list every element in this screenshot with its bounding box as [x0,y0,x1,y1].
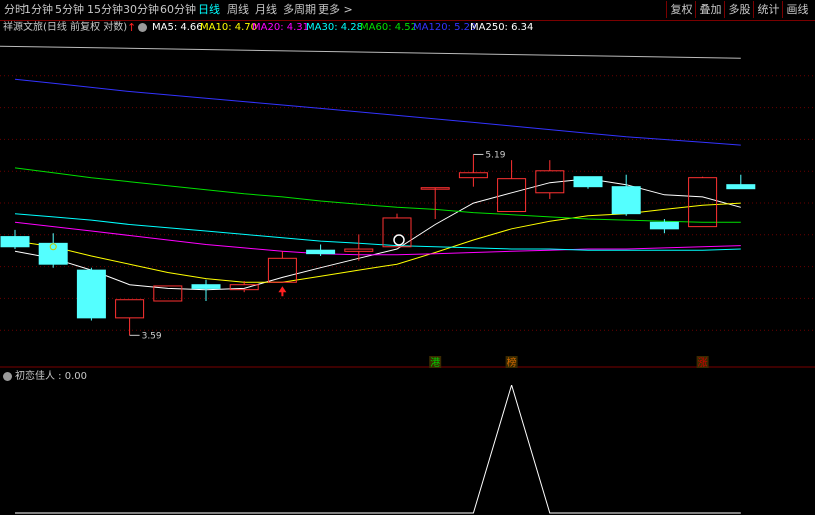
ma-label-0: MA5: 4.66 [152,22,203,33]
badge-1: 榜 [507,356,517,368]
high-annotation: 5.19 [485,150,505,160]
period-tab-3[interactable]: 15分钟 [87,3,123,17]
period-tab-9[interactable]: 多周期 [283,3,316,17]
badge-0: 港 [430,357,440,368]
cursor-ring-icon [393,234,405,246]
candle-body [191,284,221,289]
period-tab-4[interactable]: 30分钟 [123,3,159,17]
candlestick-chart[interactable]: 5.19 3.59 港 榜 涨 [0,36,815,368]
period-tab-10[interactable]: 更多 > [318,3,353,17]
ma-label-4: MA60: 4.52 [360,22,418,33]
ma-line-ma10 [14,202,741,283]
red-up-arrow-icon [278,286,287,297]
sub-indicator-label: 初恋佳人 : 0.00 [15,371,87,382]
ma-line-ma120 [14,78,741,146]
candle-body [688,177,718,228]
badge-2: 涨 [698,357,708,368]
toolbar-button-4[interactable]: 画线 [782,1,812,18]
period-tab-8[interactable]: 月线 [255,3,277,17]
candle-body [38,242,68,265]
period-tab-6[interactable]: 日线 [198,3,220,17]
candle-body [115,299,145,319]
candle-body [726,184,756,190]
ma-label-2: MA20: 4.31 [252,22,310,33]
candle-body [458,172,488,179]
sub-indicator-chart[interactable] [0,385,815,515]
red-up-arrow-icon: ↑ [127,21,137,34]
ma-label-5: MA120: 5.29 [413,22,477,33]
toolbar-button-0[interactable]: 复权 [666,1,696,18]
candle-body [649,221,679,230]
candle-body [611,186,641,215]
ma-label-3: MA30: 4.28 [306,22,364,33]
gear-icon[interactable] [3,372,12,381]
ma-label-1: MA10: 4.70 [200,22,258,33]
gear-icon[interactable] [138,23,147,32]
candle-body [0,236,30,248]
period-tab-5[interactable]: 60分钟 [160,3,196,17]
ma-label-6: MA250: 6.34 [470,22,534,33]
candle-body [573,176,603,188]
sub-indicator-line [15,385,741,514]
candle-body [344,248,374,252]
period-tab-0[interactable]: 分时 [4,3,26,17]
stock-title: 祥源文旅(日线 前复权 对数) [3,22,128,33]
period-tab-2[interactable]: 5分钟 [55,3,84,17]
toolbar-button-3[interactable]: 统计 [753,1,783,18]
period-tab-1[interactable]: 1分钟 [24,3,53,17]
candle-body [306,249,336,255]
period-toolbar: 分时 1分钟 5分钟 15分钟 30分钟 60分钟 日线 周线 月线 多周期 更多 > 复权 叠加 多股统… [0,0,815,21]
low-annotation: 3.59 [142,331,162,341]
period-tab-7[interactable]: 周线 [227,3,249,17]
candle-body [267,257,297,283]
ma250-line [0,45,741,59]
toolbar-button-1[interactable]: 叠加 [695,1,725,18]
ma-line-ma30 [14,213,741,251]
toolbar-button-2[interactable]: 多股 [724,1,754,18]
candle-body [76,269,106,319]
